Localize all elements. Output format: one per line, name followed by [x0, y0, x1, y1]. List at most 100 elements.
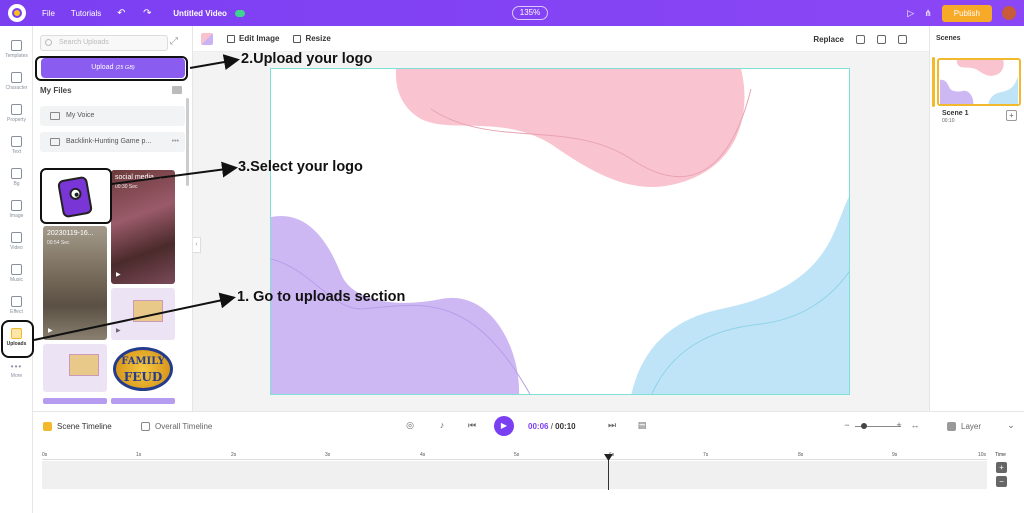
chevron-down-icon[interactable]: ⌄: [1005, 420, 1017, 432]
preview-icon[interactable]: ▷: [907, 8, 914, 19]
microphone-icon[interactable]: ♪: [436, 420, 448, 432]
rail-label: Music: [9, 277, 24, 283]
folder-backlink[interactable]: Backlink-Hunting Game p... •••: [40, 132, 185, 152]
tick-label: 7s: [703, 452, 709, 458]
undo-icon[interactable]: ↶: [115, 8, 127, 19]
replace-button[interactable]: Replace: [813, 35, 844, 44]
playhead[interactable]: [608, 456, 609, 490]
focus-icon[interactable]: ◎: [404, 420, 416, 432]
thumb-title: 20230119-16...: [47, 230, 94, 237]
time-display: 00:06 / 00:10: [528, 422, 576, 431]
uploads-highlight: [1, 320, 34, 358]
play-button[interactable]: ▶: [494, 416, 514, 436]
publish-button[interactable]: Publish: [941, 4, 992, 22]
folder-icon: [50, 112, 60, 120]
time-zoom-out-button[interactable]: −: [996, 476, 1007, 487]
cloud-saved-icon: [234, 9, 245, 17]
share-icon[interactable]: ⋔: [924, 8, 932, 19]
tab-scene-timeline[interactable]: Scene Timeline: [43, 422, 112, 431]
search-icon: [45, 39, 52, 46]
fit-width-icon[interactable]: ↔: [909, 420, 921, 432]
tick-label: 3s: [325, 452, 331, 458]
rail-label: Text: [11, 149, 22, 155]
rail-label: More: [10, 373, 23, 379]
thumb-duration: 00:54 Sec: [47, 240, 70, 246]
tool-label: Resize: [305, 34, 331, 43]
layer-button[interactable]: Layer: [947, 422, 981, 431]
pencil-icon: [227, 34, 235, 43]
add-scene-button[interactable]: +: [1006, 110, 1017, 121]
zoom-out-icon[interactable]: −: [841, 420, 853, 432]
templates-icon: [11, 40, 22, 51]
trash-icon[interactable]: [898, 34, 907, 44]
more-icon: •••: [10, 362, 23, 371]
edit-image-button[interactable]: Edit Image: [227, 34, 279, 43]
tab-overall-timeline[interactable]: Overall Timeline: [141, 422, 212, 431]
tick-label: 8s: [798, 452, 804, 458]
video-title[interactable]: Untitled Video: [173, 9, 227, 18]
zoom-level[interactable]: 135%: [512, 6, 548, 20]
rail-item-character[interactable]: Character: [0, 72, 33, 91]
more-options-icon[interactable]: •••: [172, 132, 179, 152]
rail-item-text[interactable]: Text: [0, 136, 33, 155]
menu-tutorials[interactable]: Tutorials: [71, 9, 101, 18]
rail-label: Property: [7, 117, 26, 123]
bg-icon: [11, 168, 22, 179]
rail-item-effect[interactable]: Effect: [0, 296, 33, 315]
expand-icon[interactable]: ⤢: [170, 36, 178, 47]
annotation-step-3: 3.Select your logo: [238, 159, 363, 175]
my-files-heading: My Files: [40, 86, 72, 95]
redo-icon[interactable]: ↷: [141, 8, 153, 19]
skip-forward-icon[interactable]: ⏭: [606, 420, 618, 432]
scene-duration: 00:10: [942, 118, 955, 124]
resize-icon: [293, 34, 302, 43]
video-thumbnail[interactable]: 20230119-16... 00:54 Sec ▶: [43, 226, 107, 340]
image-thumbnail[interactable]: ▶: [111, 288, 175, 340]
family-feud-thumbnail[interactable]: FAMILY FEUD: [111, 344, 175, 392]
timeline-track[interactable]: [42, 461, 987, 489]
tick-label: 5s: [514, 452, 520, 458]
video-thumbnail[interactable]: social media ... 00:30 Sec ▶: [111, 170, 175, 284]
play-icon: ▶: [116, 328, 121, 334]
tick-label: 2s: [231, 452, 237, 458]
zoom-slider-handle[interactable]: [861, 423, 867, 429]
app-logo[interactable]: [8, 4, 26, 22]
scene-thumbnail[interactable]: [937, 58, 1021, 106]
rail-item-property[interactable]: Property: [0, 104, 33, 123]
time-zoom-label: Time: [995, 452, 1006, 458]
rail-label: Image: [9, 213, 24, 219]
current-time: 00:06: [528, 422, 549, 431]
collapse-panel-icon[interactable]: ‹: [193, 237, 201, 253]
rail-label: Video: [10, 245, 23, 251]
menu-file[interactable]: File: [42, 9, 55, 18]
search-input[interactable]: Search Uploads: [40, 35, 168, 51]
avatar[interactable]: [1002, 6, 1016, 20]
skip-back-icon[interactable]: ⏮: [466, 420, 478, 432]
tick-label: 9s: [892, 452, 898, 458]
rail-item-templates[interactable]: Templates: [0, 40, 33, 59]
zoom-in-icon[interactable]: +: [893, 420, 905, 432]
image-thumbnail[interactable]: [43, 344, 107, 392]
effect-icon: [11, 296, 22, 307]
color-swatch[interactable]: [201, 32, 213, 45]
rail-item-image[interactable]: Image: [0, 200, 33, 219]
rail-item-video[interactable]: Video: [0, 232, 33, 251]
image-thumbnail[interactable]: [43, 398, 107, 404]
canvas-toolbar: Edit Image Resize Replace: [193, 26, 929, 52]
image-thumbnail[interactable]: [111, 398, 175, 404]
rail-item-bg[interactable]: Bg: [0, 168, 33, 187]
family-feud-logo: FAMILY FEUD: [113, 347, 173, 391]
new-folder-icon[interactable]: [172, 86, 182, 94]
subtitle-icon[interactable]: ▤: [636, 420, 648, 432]
flip-icon[interactable]: [877, 34, 886, 44]
rotate-icon[interactable]: [856, 34, 865, 44]
rail-item-more[interactable]: ••• More: [0, 362, 33, 379]
character-icon: [11, 72, 22, 83]
panel-scrollbar[interactable]: [186, 98, 189, 186]
scenes-title: Scenes: [936, 35, 961, 42]
rail-item-music[interactable]: Music: [0, 264, 33, 283]
folder-my-voice[interactable]: My Voice: [40, 106, 185, 126]
resize-button[interactable]: Resize: [293, 34, 331, 43]
scene-canvas[interactable]: [270, 68, 850, 395]
time-zoom-in-button[interactable]: +: [996, 462, 1007, 473]
